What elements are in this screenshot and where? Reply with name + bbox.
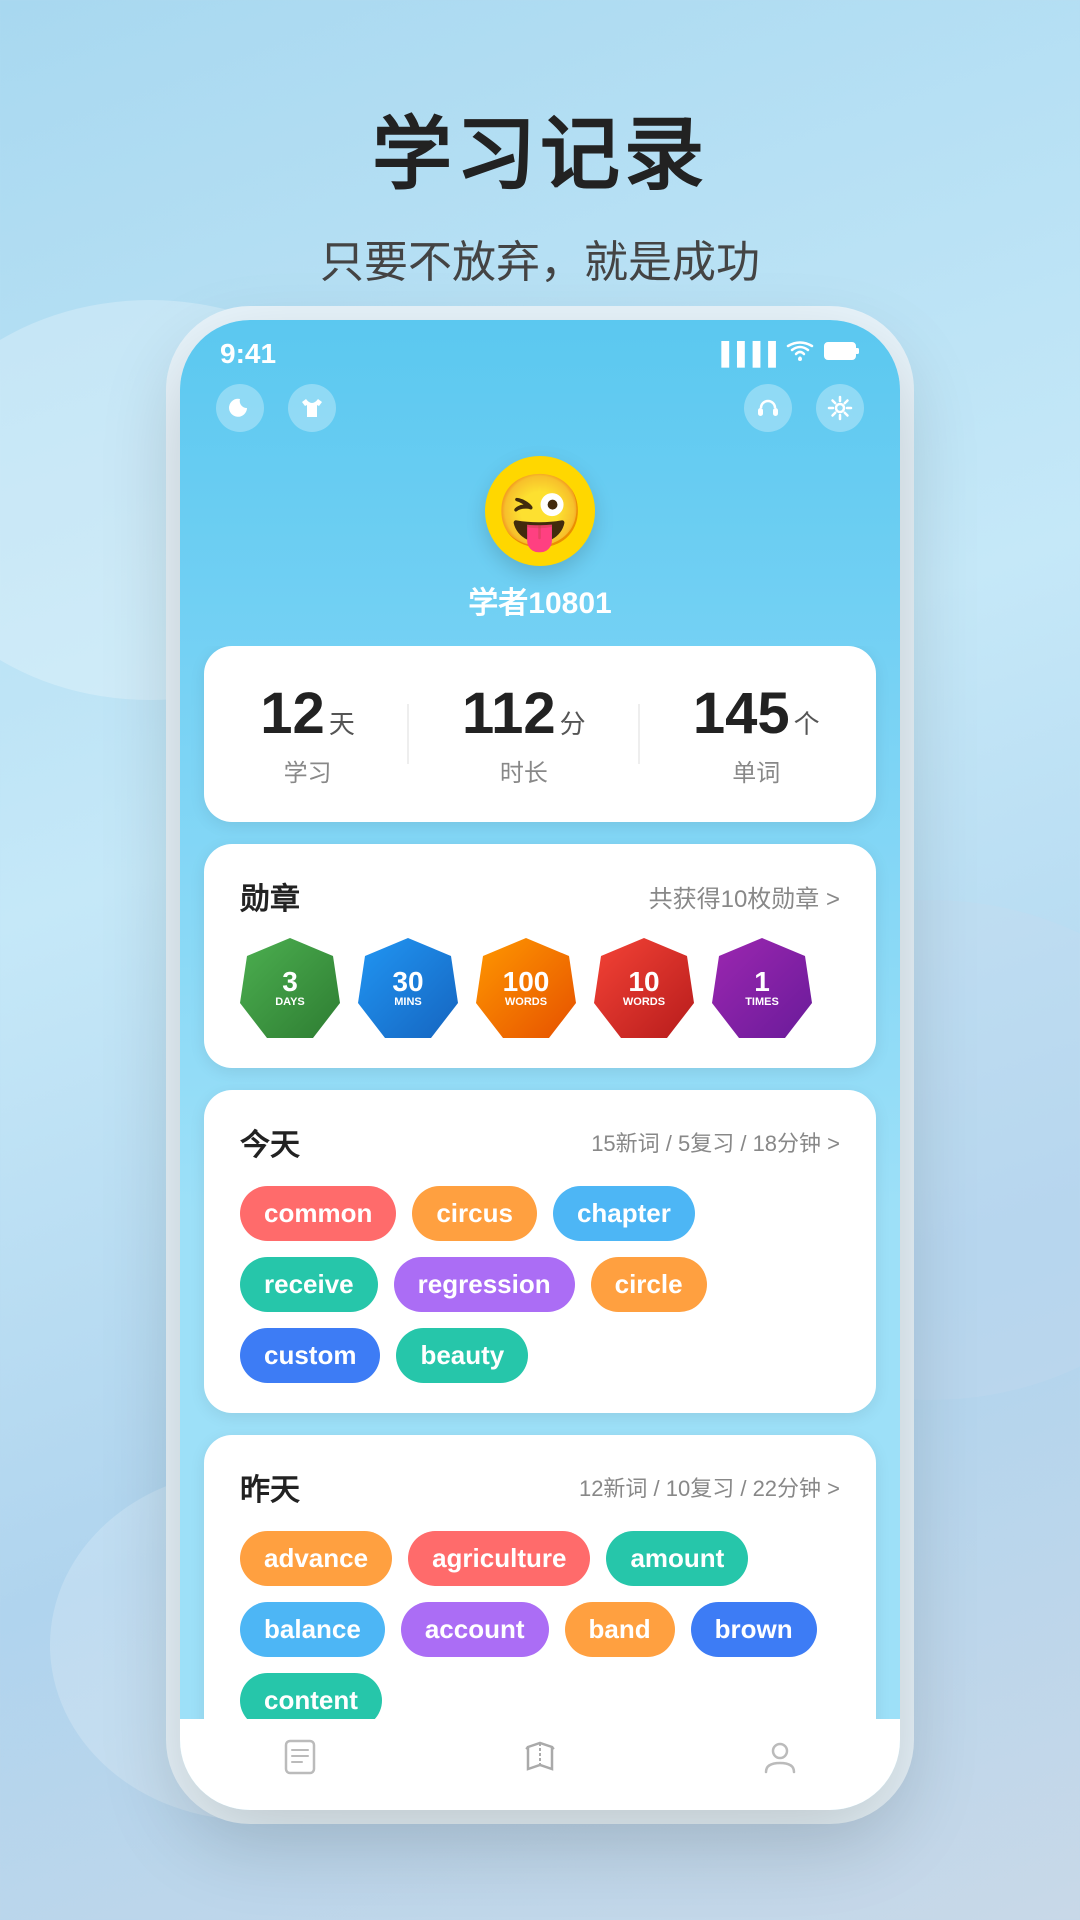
profile-tab-icon bbox=[760, 1737, 800, 1786]
moon-icon[interactable] bbox=[216, 384, 264, 432]
tag-chapter[interactable]: chapter bbox=[553, 1186, 695, 1241]
tag-custom[interactable]: custom bbox=[240, 1328, 380, 1383]
badge-row: 3 DAYS 30 MINS 100 WORDS 10 WORDS bbox=[240, 938, 840, 1038]
page-subtitle: 只要不放弃，就是成功 bbox=[0, 226, 1080, 290]
badge-30mins: 30 MINS bbox=[358, 938, 458, 1038]
battery-icon bbox=[824, 341, 860, 367]
avatar[interactable]: 😜 bbox=[485, 456, 595, 566]
tag-beauty[interactable]: beauty bbox=[396, 1328, 528, 1383]
tag-receive[interactable]: receive bbox=[240, 1257, 378, 1312]
username: 学者10801 bbox=[468, 578, 611, 622]
stat-words-unit: 个 bbox=[794, 704, 820, 741]
tag-agriculture[interactable]: agriculture bbox=[408, 1531, 590, 1586]
yesterday-title: 昨天 bbox=[240, 1465, 300, 1509]
status-time: 9:41 bbox=[220, 338, 276, 370]
stats-card: 12 天 学习 112 分 时长 145 个 bbox=[204, 646, 876, 822]
wifi-icon bbox=[786, 340, 814, 368]
tag-band[interactable]: band bbox=[565, 1602, 675, 1657]
headset-icon[interactable] bbox=[744, 384, 792, 432]
badge-3days: 3 DAYS bbox=[240, 938, 340, 1038]
badge-title: 勋章 bbox=[240, 874, 300, 918]
page-title: 学习记录 bbox=[0, 90, 1080, 206]
badge-1times: 1 TIMES bbox=[712, 938, 812, 1038]
cards-area[interactable]: 12 天 学习 112 分 时长 145 个 bbox=[180, 646, 900, 1719]
today-title: 今天 bbox=[240, 1120, 300, 1164]
stat-words: 145 个 单词 bbox=[693, 680, 820, 788]
settings-icon[interactable] bbox=[816, 384, 864, 432]
stat-minutes: 112 分 时长 bbox=[462, 680, 586, 788]
stat-days-label: 学习 bbox=[284, 753, 332, 788]
stat-minutes-unit: 分 bbox=[560, 704, 586, 741]
badge-link[interactable]: 共获得10枚勋章 > bbox=[649, 879, 840, 914]
stat-divider-1 bbox=[407, 704, 409, 764]
today-card: 今天 15新词 / 5复习 / 18分钟 > common circus cha… bbox=[204, 1090, 876, 1413]
tag-advance[interactable]: advance bbox=[240, 1531, 392, 1586]
yesterday-card: 昨天 12新词 / 10复习 / 22分钟 > advance agricult… bbox=[204, 1435, 876, 1719]
yesterday-word-tags: advance agriculture amount balance accou… bbox=[240, 1531, 840, 1719]
stat-days-unit: 天 bbox=[329, 704, 355, 741]
badge-card-header: 勋章 共获得10枚勋章 > bbox=[240, 874, 840, 918]
tag-content[interactable]: content bbox=[240, 1673, 382, 1719]
tag-common[interactable]: common bbox=[240, 1186, 396, 1241]
today-header: 今天 15新词 / 5复习 / 18分钟 > bbox=[240, 1120, 840, 1164]
stat-words-number: 145 bbox=[693, 680, 790, 747]
yesterday-stats[interactable]: 12新词 / 10复习 / 22分钟 > bbox=[579, 1471, 840, 1503]
badge-100words: 100 WORDS bbox=[476, 938, 576, 1038]
nav-left bbox=[216, 384, 336, 432]
nav-tab-study[interactable] bbox=[280, 1737, 320, 1786]
nav-tab-books[interactable] bbox=[520, 1737, 560, 1786]
bottom-navigation bbox=[180, 1719, 900, 1810]
today-word-tags: common circus chapter receive regression… bbox=[240, 1186, 840, 1383]
books-tab-icon bbox=[520, 1737, 560, 1786]
clothes-icon[interactable] bbox=[288, 384, 336, 432]
stat-days-number: 12 bbox=[260, 680, 325, 747]
stat-divider-2 bbox=[638, 704, 640, 764]
signal-icon: ▐▐▐▐ bbox=[714, 341, 776, 367]
nav-right bbox=[744, 384, 864, 432]
tag-amount[interactable]: amount bbox=[606, 1531, 748, 1586]
badge-card: 勋章 共获得10枚勋章 > 3 DAYS 30 MINS 100 WORDS bbox=[204, 844, 876, 1068]
badge-10words: 10 WORDS bbox=[594, 938, 694, 1038]
top-navigation bbox=[180, 370, 900, 446]
stat-words-label: 单词 bbox=[732, 753, 780, 788]
phone-inner: 9:41 ▐▐▐▐ bbox=[180, 320, 900, 1810]
phone-mockup: 9:41 ▐▐▐▐ bbox=[180, 320, 900, 1810]
tag-regression[interactable]: regression bbox=[394, 1257, 575, 1312]
stat-days: 12 天 学习 bbox=[260, 680, 355, 788]
tag-balance[interactable]: balance bbox=[240, 1602, 385, 1657]
nav-tab-profile[interactable] bbox=[760, 1737, 800, 1786]
status-icons: ▐▐▐▐ bbox=[714, 340, 860, 368]
stat-minutes-label: 时长 bbox=[500, 753, 548, 788]
study-tab-icon bbox=[280, 1737, 320, 1786]
status-bar: 9:41 ▐▐▐▐ bbox=[180, 320, 900, 370]
tag-circus[interactable]: circus bbox=[412, 1186, 537, 1241]
tag-circle[interactable]: circle bbox=[591, 1257, 707, 1312]
tag-account[interactable]: account bbox=[401, 1602, 549, 1657]
avatar-section: 😜 学者10801 bbox=[468, 456, 611, 622]
stat-minutes-number: 112 bbox=[462, 680, 556, 747]
yesterday-header: 昨天 12新词 / 10复习 / 22分钟 > bbox=[240, 1465, 840, 1509]
page-header: 学习记录 只要不放弃，就是成功 bbox=[0, 0, 1080, 290]
today-stats[interactable]: 15新词 / 5复习 / 18分钟 > bbox=[591, 1126, 840, 1158]
tag-brown[interactable]: brown bbox=[691, 1602, 817, 1657]
